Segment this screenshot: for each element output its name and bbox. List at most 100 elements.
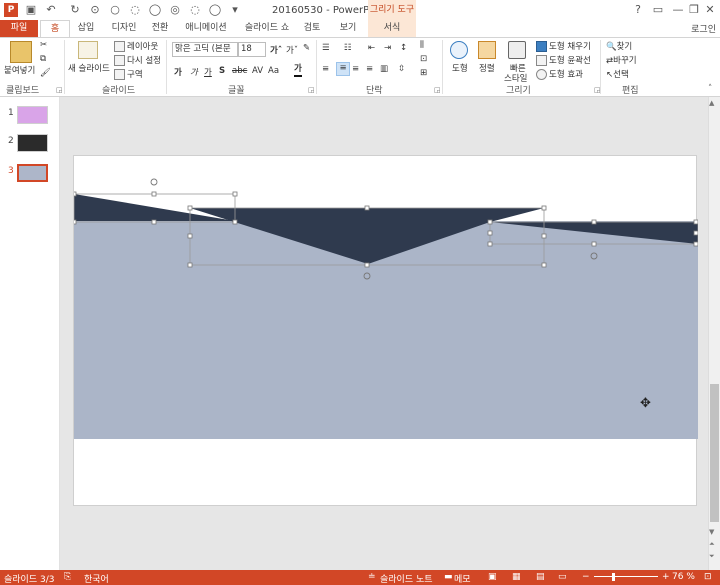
align-center-icon[interactable]: ≡	[336, 62, 350, 76]
close-icon[interactable]: ✕	[700, 2, 720, 18]
resize-handle[interactable]	[232, 191, 238, 197]
redo-icon[interactable]: ↻	[68, 3, 82, 17]
justify-icon[interactable]: ≡	[366, 64, 373, 74]
char-spacing-icon[interactable]: AV	[252, 66, 263, 76]
shape-fill-button[interactable]: 도형 채우기	[536, 40, 591, 52]
resize-handle[interactable]	[591, 241, 597, 247]
zoom-level[interactable]: 76 %	[672, 572, 695, 582]
reset-button[interactable]: 다시 설정	[114, 54, 161, 66]
shrink-font-icon[interactable]: 가ˇ	[286, 44, 298, 56]
slide-thumbnail-3[interactable]	[17, 164, 48, 182]
smartart-icon[interactable]: ⊞	[420, 68, 427, 78]
quick-access-icon[interactable]: ◌	[188, 3, 202, 17]
quick-access-icon[interactable]: ◯	[148, 3, 162, 17]
resize-handle[interactable]	[71, 219, 77, 225]
slide-sorter-icon[interactable]: ▦	[512, 572, 521, 582]
shapes-icon[interactable]	[450, 41, 468, 59]
line-spacing-icon[interactable]: ↕	[400, 43, 407, 53]
text-direction-menu-icon[interactable]: ⫼	[420, 40, 424, 50]
help-icon[interactable]: ?	[628, 2, 648, 18]
resize-handle[interactable]	[364, 262, 370, 268]
paste-button[interactable]: 붙여넣기	[4, 64, 35, 76]
comments-icon[interactable]: ▬	[444, 572, 453, 582]
shapes-button[interactable]: 도형	[452, 62, 468, 74]
resize-handle[interactable]	[591, 219, 597, 225]
rotate-handle-icon[interactable]	[150, 178, 158, 186]
copy-icon[interactable]: ⧉	[40, 54, 46, 64]
align-text-icon[interactable]: ⊡	[420, 54, 427, 64]
grow-font-icon[interactable]: 가ˆ	[270, 44, 282, 56]
previous-slide-icon[interactable]: ⏶	[709, 540, 715, 549]
slide-canvas[interactable]	[71, 155, 699, 506]
normal-view-icon[interactable]: ▣	[488, 572, 497, 582]
bullets-icon[interactable]: ☰	[322, 43, 330, 53]
zoom-out-icon[interactable]: −	[582, 572, 590, 582]
dialog-launcher-icon[interactable]: ◲	[56, 86, 63, 94]
quick-access-icon[interactable]: ⊙	[88, 3, 102, 17]
spell-check-icon[interactable]: ⎘	[64, 572, 71, 582]
select-button[interactable]: ↖선택	[606, 68, 629, 80]
format-painter-icon[interactable]: 🖌	[40, 68, 51, 78]
strikethrough-icon[interactable]: abc	[232, 66, 247, 76]
change-case-button[interactable]: Aa	[268, 66, 279, 76]
quick-access-icon[interactable]: ◯	[208, 3, 222, 17]
tab-animations[interactable]: 애니메이션	[184, 20, 228, 37]
zoom-slider-thumb[interactable]	[612, 573, 615, 581]
scrollbar-thumb[interactable]	[710, 384, 719, 522]
shadow-icon[interactable]: S	[219, 66, 225, 76]
fit-slide-icon[interactable]: ⊡	[704, 572, 712, 582]
paste-icon[interactable]	[10, 41, 32, 63]
notes-icon[interactable]: ≐	[368, 572, 376, 582]
replace-button[interactable]: ⇄바꾸기	[606, 54, 637, 66]
resize-handle[interactable]	[232, 219, 238, 225]
resize-handle[interactable]	[541, 205, 547, 211]
tab-design[interactable]: 디자인	[108, 20, 140, 37]
underline-icon[interactable]: 가	[204, 66, 212, 78]
slide-thumbnail-1[interactable]	[17, 106, 48, 124]
scroll-down-icon[interactable]: ▼	[709, 528, 714, 536]
quick-styles-icon[interactable]	[508, 41, 526, 59]
save-icon[interactable]: ▣	[24, 3, 38, 17]
section-button[interactable]: 구역	[114, 68, 143, 80]
next-slide-icon[interactable]: ⏷	[709, 552, 715, 561]
layout-button[interactable]: 레이아웃	[114, 40, 158, 52]
italic-icon[interactable]: 가	[190, 66, 198, 78]
resize-handle[interactable]	[187, 233, 193, 239]
customize-icon[interactable]: ▾	[228, 3, 242, 17]
arrange-icon[interactable]	[478, 41, 496, 59]
resize-handle[interactable]	[693, 241, 699, 247]
cut-icon[interactable]: ✂	[40, 40, 47, 50]
columns-icon[interactable]: ▥	[380, 64, 388, 74]
tab-format[interactable]: 서식	[368, 20, 416, 37]
font-size-field[interactable]: 18	[238, 42, 266, 57]
font-color-icon[interactable]: 가	[294, 64, 302, 77]
tab-view[interactable]: 보기	[336, 20, 360, 37]
dialog-launcher-icon[interactable]: ◲	[434, 86, 441, 94]
resize-handle[interactable]	[364, 205, 370, 211]
comments-button[interactable]: 메모	[454, 572, 471, 585]
quick-access-icon[interactable]: ◌	[128, 3, 142, 17]
resize-handle[interactable]	[693, 230, 699, 236]
align-left-icon[interactable]: ≡	[322, 64, 329, 74]
resize-handle[interactable]	[693, 219, 699, 225]
dialog-launcher-icon[interactable]: ◲	[308, 86, 315, 94]
clear-format-icon[interactable]: ✎	[303, 43, 310, 53]
undo-icon[interactable]: ↶	[44, 3, 58, 17]
tab-slideshow[interactable]: 슬라이드 쇼	[243, 20, 291, 37]
shape-effects-button[interactable]: 도형 효과	[536, 68, 583, 80]
find-button[interactable]: 🔍찾기	[606, 40, 632, 52]
collapse-ribbon-icon[interactable]: ˄	[708, 84, 712, 94]
reading-view-icon[interactable]: ▤	[536, 572, 545, 582]
arrange-button[interactable]: 정렬	[479, 62, 495, 74]
resize-handle[interactable]	[541, 262, 547, 268]
slide-thumbnail-2[interactable]	[17, 134, 48, 152]
tab-home[interactable]: 홈	[40, 20, 70, 37]
quick-access-icon[interactable]: ◎	[168, 3, 182, 17]
tab-insert[interactable]: 삽입	[74, 20, 98, 37]
slideshow-view-icon[interactable]: ▭	[558, 572, 567, 582]
tab-file[interactable]: 파일	[0, 20, 38, 37]
resize-handle[interactable]	[187, 205, 193, 211]
resize-handle[interactable]	[487, 219, 493, 225]
quick-access-icon[interactable]: ○	[108, 3, 122, 17]
numbering-icon[interactable]: ☷	[344, 43, 352, 53]
